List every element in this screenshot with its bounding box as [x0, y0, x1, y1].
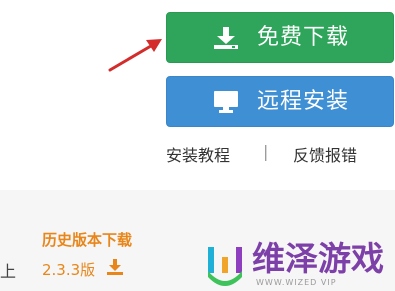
free-download-label: 免费下载 [257, 25, 350, 50]
report-error-link[interactable]: 反馈报错 [293, 142, 357, 166]
help-links: 安装教程 | 反馈报错 [166, 142, 394, 166]
version-download-link[interactable]: 2.3.3版 [42, 259, 95, 280]
download-icon [214, 27, 238, 49]
watermark-url: WWW.WIZED VIP [256, 278, 337, 287]
remote-install-button[interactable]: 远程安装 [166, 76, 394, 127]
install-tutorial-link[interactable]: 安装教程 [166, 142, 230, 166]
red-arrow-icon [108, 39, 162, 72]
partial-text: 上 [0, 262, 17, 281]
monitor-icon [214, 91, 238, 113]
download-icon[interactable] [107, 259, 123, 276]
history-versions-link[interactable]: 历史版本下载 [42, 229, 132, 250]
free-download-button[interactable]: 免费下载 [166, 12, 394, 63]
watermark-logo-icon [208, 247, 242, 286]
remote-install-label: 远程安装 [257, 89, 350, 114]
watermark-brand: 维泽游戏 [252, 239, 384, 278]
link-separator: | [263, 142, 269, 161]
